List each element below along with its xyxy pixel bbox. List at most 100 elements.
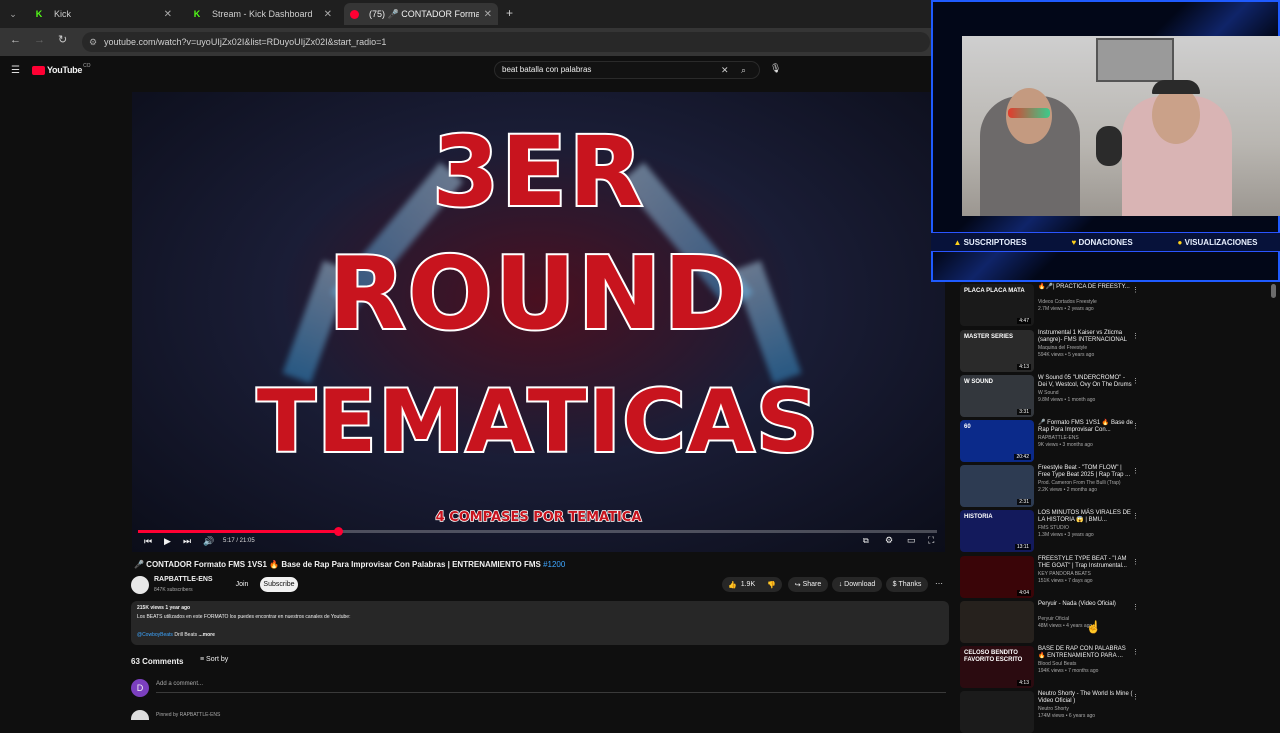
close-tab-icon[interactable]: ✕ — [164, 9, 172, 20]
sidebar-video-item[interactable]: 4:04 FREESTYLE TYPE BEAT - "I AM THE GOAT… — [960, 556, 1140, 598]
more-options-icon[interactable]: ⋮ — [1132, 332, 1139, 340]
sidebar-video-item[interactable]: W SOUND 3:31 W Sound 05 "UNDERCROMO" - Dei… — [960, 375, 1140, 417]
video-title[interactable]: Neutro Shorty - The World Is Mine ( Vide… — [1038, 691, 1134, 705]
download-button[interactable]: ↓ Download — [832, 577, 882, 592]
add-comment-input[interactable]: Add a comment... — [156, 681, 946, 693]
sidebar-video-item[interactable]: Neutro Shorty - The World Is Mine ( Vide… — [960, 691, 1140, 733]
voice-search-icon[interactable]: 🎙 — [770, 63, 781, 74]
video-title[interactable]: Peryuir - Nada (Video Oficial) — [1038, 601, 1134, 608]
more-options-icon[interactable]: ⋮ — [1132, 558, 1139, 566]
captions-icon[interactable]: ⧉ — [863, 536, 869, 546]
sidebar-video-item[interactable]: Peryuir - Nada (Video Oficial) Peryuir Of… — [960, 601, 1140, 643]
video-thumbnail[interactable]: 60 20:42 — [960, 420, 1034, 462]
next-icon[interactable]: ⏭ — [183, 536, 191, 547]
description-link[interactable]: @CowboyBeats — [137, 632, 173, 638]
channel-name[interactable]: KEY PANDORA BEATS — [1038, 571, 1091, 577]
logo-region: CO — [83, 63, 91, 69]
video-title[interactable]: Freestyle Beat - "TOM FLOW" | Free Type … — [1038, 465, 1134, 479]
search-icon[interactable]: ⌕ — [741, 62, 746, 78]
play-icon[interactable]: ▶ — [164, 536, 171, 547]
sidebar-video-item[interactable]: PLACA PLACA MATA 4:47 🔥🎤| PRACTICA DE FREE… — [960, 284, 1140, 326]
fullscreen-icon[interactable]: ⛶ — [928, 535, 934, 546]
video-thumbnail[interactable]: 2:31 — [960, 465, 1034, 507]
menu-icon[interactable]: ☰ — [11, 65, 20, 76]
channel-name[interactable]: Maquina del Freestyle — [1038, 345, 1087, 351]
more-options-icon[interactable]: ⋮ — [1132, 467, 1139, 475]
video-thumbnail[interactable]: PLACA PLACA MATA 4:47 — [960, 284, 1034, 326]
like-icon[interactable]: 👍 — [728, 581, 737, 589]
volume-icon[interactable]: 🔊 — [203, 536, 214, 547]
video-thumbnail[interactable]: 4:04 — [960, 556, 1034, 598]
more-options-icon[interactable]: ⋮ — [1132, 377, 1139, 385]
clear-search-icon[interactable]: ✕ — [721, 62, 729, 78]
site-info-icon[interactable]: ⚙ — [89, 32, 97, 52]
more-actions-icon[interactable]: ⋯ — [935, 579, 943, 588]
video-player[interactable]: 3ER ROUND TEMATICAS 4 COMPASES POR TEMAT… — [132, 92, 945, 552]
video-thumbnail[interactable]: HISTORIA 13:11 — [960, 510, 1034, 552]
close-tab-icon[interactable]: ✕ — [324, 9, 332, 20]
video-title[interactable]: LOS MINUTOS MÁS VIRALES DE LA HISTORIA 😱… — [1038, 510, 1134, 524]
subscribers-stat: ▲ SUSCRIPTORES — [953, 238, 1026, 247]
settings-icon[interactable]: ⚙ — [885, 535, 893, 546]
sidebar-video-item[interactable]: HISTORIA 13:11 LOS MINUTOS MÁS VIRALES DE … — [960, 510, 1140, 552]
description-box[interactable]: 215K views 1 year ago Los BEATS utilizad… — [131, 601, 949, 645]
channel-name[interactable]: FMS STUDIO — [1038, 525, 1069, 531]
tab-kick-dashboard[interactable]: K Stream - Kick Dashboard ✕ — [186, 3, 338, 25]
channel-name[interactable]: W Sound — [1038, 390, 1059, 396]
more-options-icon[interactable]: ⋮ — [1132, 286, 1139, 294]
channel-name[interactable]: RAPBATTLE-ENS — [154, 576, 213, 583]
dislike-icon[interactable]: 👎 — [767, 581, 776, 589]
video-title[interactable]: FREESTYLE TYPE BEAT - "I AM THE GOAT" | … — [1038, 556, 1134, 570]
reload-icon[interactable]: ↻ — [58, 33, 67, 46]
new-tab-icon[interactable]: + — [506, 6, 513, 20]
tab-youtube[interactable]: (75) 🎤 CONTADOR Formato F ✕ — [344, 3, 498, 25]
youtube-logo[interactable]: YouTube CO — [32, 63, 91, 75]
back-icon[interactable]: ← — [10, 34, 21, 46]
video-title[interactable]: W Sound 05 "UNDERCROMO" - Dei V, Westcol… — [1038, 375, 1134, 389]
video-thumbnail[interactable]: MASTER SERIES 4:13 — [960, 330, 1034, 372]
video-thumbnail[interactable] — [960, 601, 1034, 643]
video-title[interactable]: 🎤 Formato FMS 1VS1 🔥 Base de Rap Para Im… — [1038, 420, 1134, 434]
channel-name[interactable]: Neutro Shorty — [1038, 706, 1069, 712]
channel-name[interactable]: Prod. Cameron From The Bulli (Trap) — [1038, 480, 1121, 486]
more-options-icon[interactable]: ⋮ — [1132, 512, 1139, 520]
join-button[interactable]: Join — [228, 577, 256, 592]
forward-icon[interactable]: → — [34, 34, 45, 46]
tab-kick[interactable]: K Kick ✕ — [28, 3, 178, 25]
share-button[interactable]: ↪ Share — [788, 577, 828, 592]
close-tab-icon[interactable]: ✕ — [484, 9, 492, 20]
video-thumbnail[interactable]: CELOSO BENDITO FAVORITO ESCRITO 4:13 — [960, 646, 1034, 688]
url-bar[interactable]: ⚙ youtube.com/watch?v=uyoUIjZx02I&list=R… — [82, 32, 930, 52]
more-options-icon[interactable]: ⋮ — [1132, 603, 1139, 611]
video-title[interactable]: Instrumental 1 Kaiser vs Zticma (sangre)… — [1038, 330, 1134, 344]
like-count[interactable]: 1.9K — [741, 581, 755, 588]
more-options-icon[interactable]: ⋮ — [1132, 693, 1139, 701]
theater-mode-icon[interactable]: ▭ — [907, 535, 916, 546]
video-title[interactable]: 🔥🎤| PRACTICA DE FREESTY... — [1038, 284, 1134, 291]
channel-name[interactable]: RAPBATTLE-ENS — [1038, 435, 1079, 441]
video-hashtag[interactable]: #1200 — [543, 560, 565, 569]
sidebar-video-item[interactable]: MASTER SERIES 4:13 Instrumental 1 Kaiser v… — [960, 330, 1140, 372]
subscribe-button[interactable]: Subscribe — [260, 577, 298, 592]
sidebar-video-item[interactable]: 2:31 Freestyle Beat - "TOM FLOW" | Free T… — [960, 465, 1140, 507]
video-thumbnail[interactable] — [960, 691, 1034, 733]
more-options-icon[interactable]: ⋮ — [1132, 648, 1139, 656]
channel-name[interactable]: Videos Cortados Freestyle — [1038, 299, 1097, 305]
channel-name[interactable]: Blood Soul Beats — [1038, 661, 1076, 667]
thanks-button[interactable]: $ Thanks — [886, 577, 928, 592]
video-title[interactable]: BASE DE RAP CON PALABRAS 🔥 ENTRENAMIENTO… — [1038, 646, 1134, 660]
channel-name[interactable]: Peryuir Oficial — [1038, 616, 1069, 622]
more-options-icon[interactable]: ⋮ — [1132, 422, 1139, 430]
sidebar-scrollbar[interactable] — [1271, 284, 1276, 298]
search-input[interactable]: beat batalla con palabras ✕ ⌕ — [494, 61, 760, 79]
description-more[interactable]: ...more — [199, 632, 215, 638]
video-duration: 13:11 — [1014, 544, 1031, 550]
channel-avatar[interactable] — [131, 576, 149, 594]
video-thumbnail[interactable]: W SOUND 3:31 — [960, 375, 1034, 417]
sidebar-video-item[interactable]: 60 20:42 🎤 Formato FMS 1VS1 🔥 Base de Rap … — [960, 420, 1140, 462]
sort-button[interactable]: ≡ Sort by — [200, 656, 228, 663]
sidebar-video-item[interactable]: CELOSO BENDITO FAVORITO ESCRITO 4:13 BASE … — [960, 646, 1140, 688]
sunglasses-icon — [1008, 108, 1050, 118]
previous-icon[interactable]: ⏮ — [144, 536, 152, 547]
tab-list-icon[interactable]: ⌄ — [6, 7, 20, 21]
